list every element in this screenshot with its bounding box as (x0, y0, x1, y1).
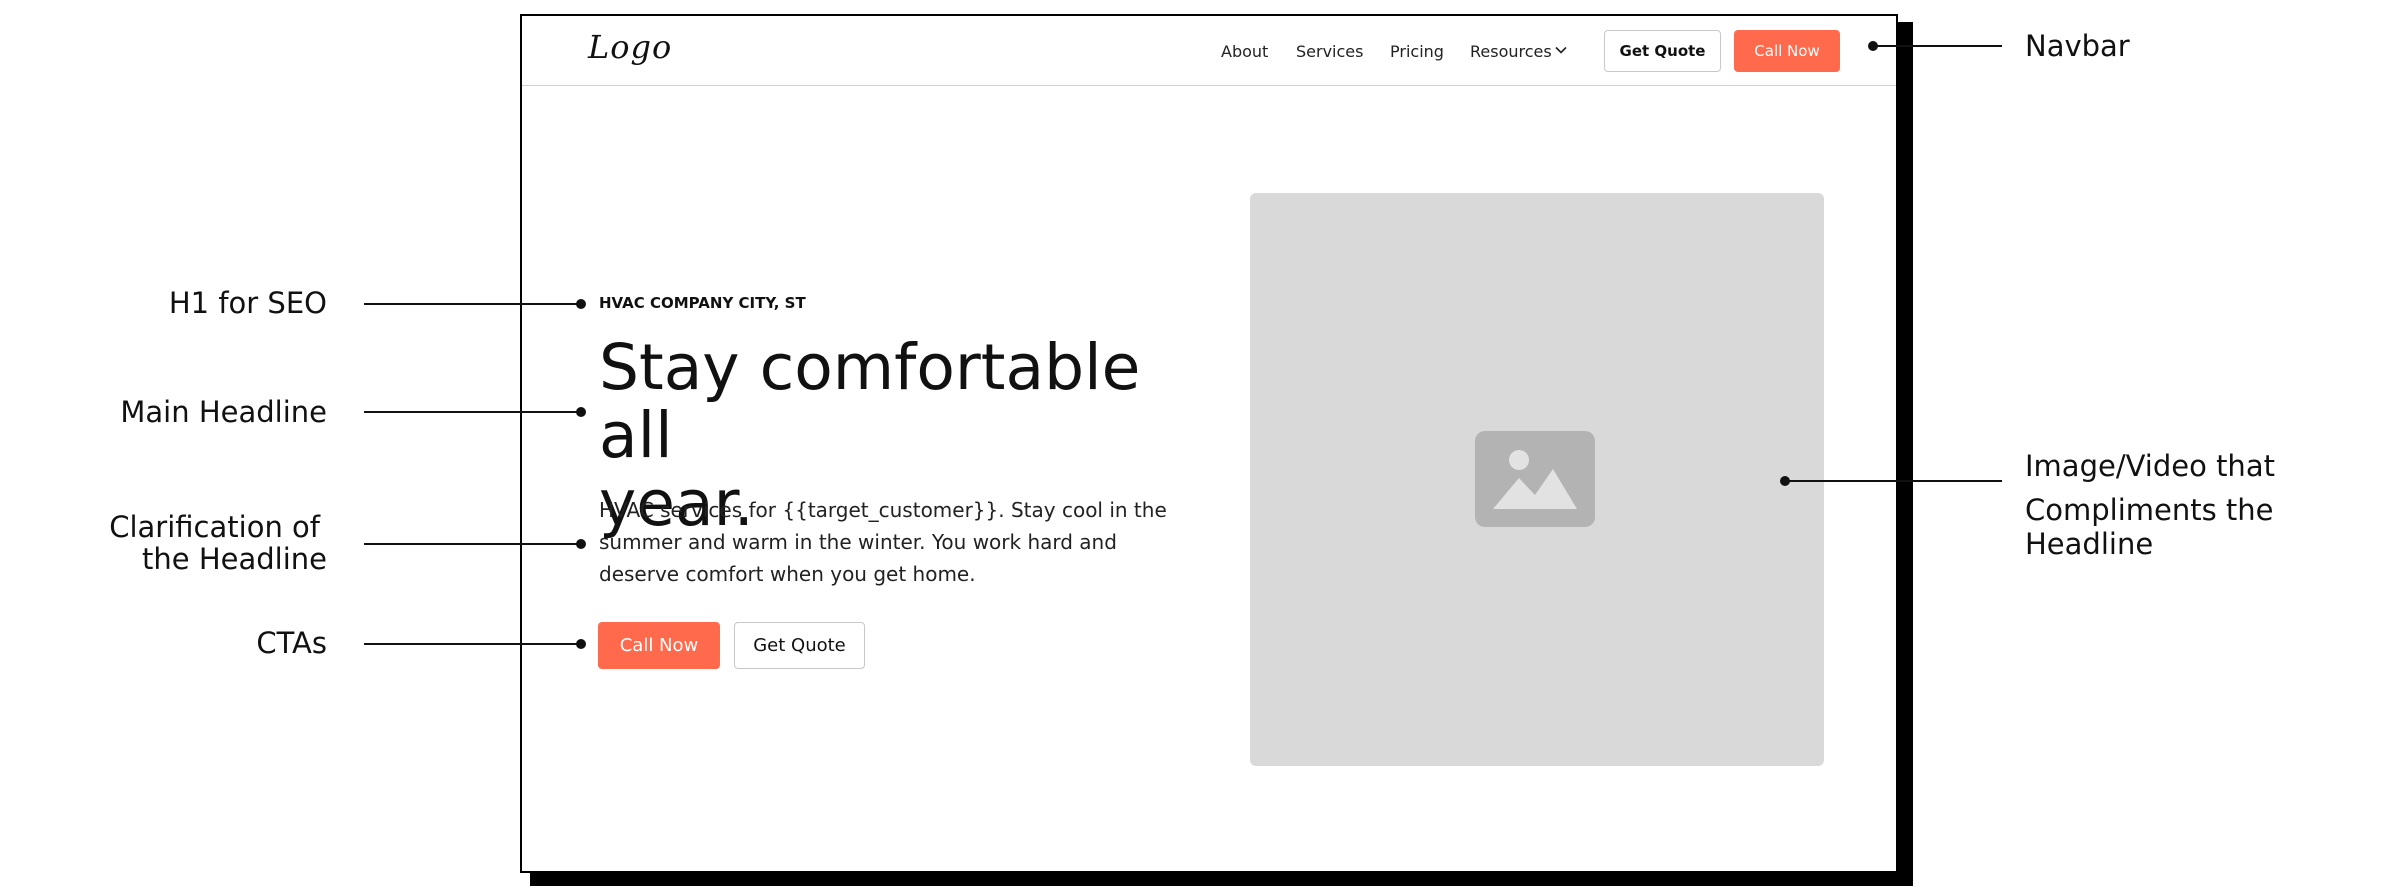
annotation-line-ctas (364, 643, 581, 645)
image-placeholder (1250, 193, 1824, 766)
annotation-label-image-2: Compliments the Headline (2025, 493, 2274, 561)
annotation-label-clarification-2: the Headline (142, 542, 327, 576)
annotation-label-ctas: CTAs (256, 626, 327, 660)
nav-get-quote-button[interactable]: Get Quote (1604, 30, 1721, 72)
h1-seo-eyebrow: HVAC COMPANY CITY, ST (599, 294, 806, 312)
annotation-label-clarification-1: Clarification of (109, 510, 320, 544)
headline-clarification: HVAC services for {{target_customer}}. S… (599, 498, 1167, 586)
annotation-dot-clarification (576, 539, 586, 549)
annotation-line-clarification (364, 543, 581, 545)
annotation-dot-h1 (576, 299, 586, 309)
annotation-label-main-headline: Main Headline (120, 395, 327, 429)
cta-get-quote-button[interactable]: Get Quote (734, 622, 865, 669)
cta-call-now-button[interactable]: Call Now (598, 622, 720, 669)
nav-link-resources[interactable]: Resources (1470, 42, 1552, 61)
annotation-line-image (1785, 480, 2002, 482)
navbar: Logo About Services Pricing Resources Ge… (522, 16, 1896, 86)
annotation-dot-main-headline (576, 407, 586, 417)
annotation-label-navbar: Navbar (2025, 29, 2130, 63)
headline-line-1: Stay comfortable all (599, 331, 1141, 472)
annotation-dot-ctas (576, 639, 586, 649)
annotation-label-h1: H1 for SEO (168, 286, 327, 320)
nav-link-pricing[interactable]: Pricing (1390, 42, 1444, 61)
image-icon (1475, 431, 1595, 527)
annotation-line-h1 (364, 303, 581, 305)
nav-call-now-button[interactable]: Call Now (1734, 30, 1840, 72)
annotation-line-navbar (1873, 45, 2002, 47)
nav-link-about[interactable]: About (1221, 42, 1268, 61)
annotation-label-image-1: Image/Video that (2025, 449, 2275, 483)
chevron-down-icon[interactable] (1553, 42, 1569, 58)
annotation-line-main-headline (364, 411, 581, 413)
website-wireframe: Logo About Services Pricing Resources Ge… (520, 14, 1898, 873)
nav-link-services[interactable]: Services (1296, 42, 1363, 61)
logo[interactable]: Logo (588, 28, 672, 66)
